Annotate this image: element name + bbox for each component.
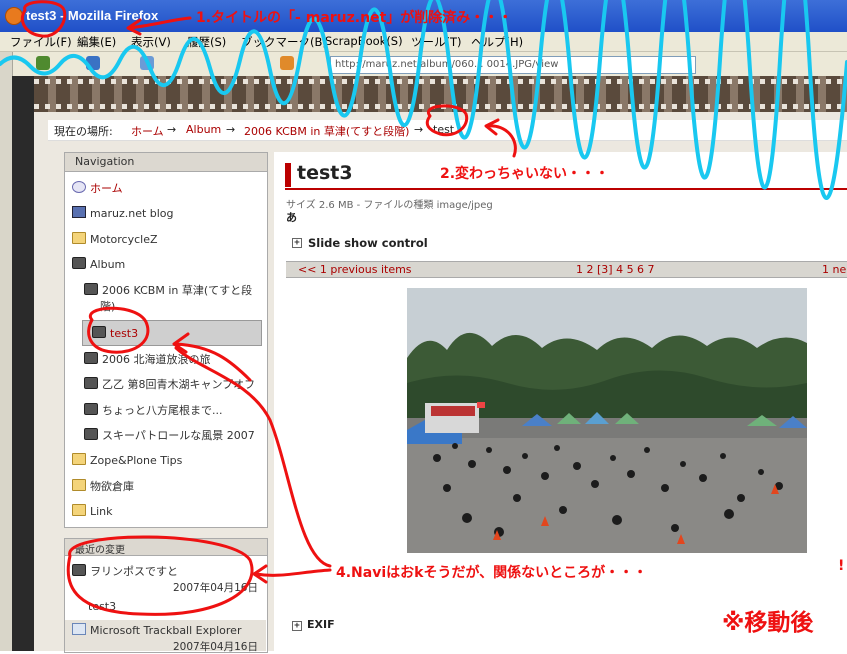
film-holes-bottom xyxy=(34,104,847,109)
back-icon[interactable] xyxy=(36,56,50,70)
file-meta: サイズ 2.6 MB - ファイルの種類 image/jpeg xyxy=(286,200,493,211)
menu-view[interactable]: 表示(V) xyxy=(131,34,171,50)
film-holes-top xyxy=(34,79,847,84)
page-title: test3 xyxy=(297,162,353,184)
reload-icon[interactable] xyxy=(86,56,100,70)
recent-item-date: 2007年04月16日 xyxy=(173,582,258,594)
breadcrumb-kcbm[interactable]: 2006 KCBM in 草津(てすと段階) xyxy=(244,123,409,139)
folder-icon xyxy=(72,453,86,465)
breadcrumb-current: test xyxy=(433,123,455,136)
camera-folder-icon xyxy=(84,428,98,440)
nav-item-zope[interactable]: Zope&Plone Tips xyxy=(72,453,182,467)
nav-item-kcbm-cont: 階) xyxy=(100,300,116,313)
expand-exif-icon[interactable]: + xyxy=(292,621,302,631)
recent-item[interactable]: test3 xyxy=(88,600,116,613)
nav-item-link[interactable]: Link xyxy=(72,504,113,518)
breadcrumb-prefix: 現在の場所: xyxy=(54,125,113,138)
title-accent-bar xyxy=(285,163,291,187)
folder-icon xyxy=(72,504,86,516)
photo-image[interactable] xyxy=(407,288,807,553)
document-icon xyxy=(72,623,86,635)
blog-icon xyxy=(72,206,86,218)
breadcrumb-sep: → xyxy=(226,123,236,136)
navigation-header: Navigation xyxy=(64,152,268,172)
title-underline xyxy=(285,188,847,190)
breadcrumb: 現在の場所: ホーム → Album → 2006 KCBM in 草津(てすと… xyxy=(48,120,847,141)
nav-item-test3[interactable]: test3 xyxy=(92,326,138,340)
filmstrip-banner xyxy=(34,76,847,112)
breadcrumb-sep: → xyxy=(414,123,424,136)
pager-bar: << 1 previous items 1 2 [3] 4 5 6 7 1 ne xyxy=(286,261,847,278)
recent-item-date: 2007年04月16日 xyxy=(173,641,258,653)
nav-item-kcbm[interactable]: 2006 KCBM in 草津(てすと段 xyxy=(84,282,252,298)
nav-item-hokkaido[interactable]: 2006 北海道放浪の旅 xyxy=(84,351,211,367)
recent-changes-title: 最近の変更 xyxy=(75,545,125,556)
pager-next-link[interactable]: 1 ne xyxy=(822,263,846,276)
nav-item-album[interactable]: Album xyxy=(72,257,125,271)
home-button-icon[interactable] xyxy=(140,56,154,70)
recent-item[interactable]: ヲリンポスですと xyxy=(72,563,178,579)
folder-icon xyxy=(72,479,86,491)
camera-folder-icon xyxy=(84,403,98,415)
breadcrumb-home[interactable]: ホーム xyxy=(131,123,164,139)
recent-item[interactable]: Microsoft Trackball Explorer xyxy=(72,623,241,637)
window-title: test3 - Mozilla Firefox xyxy=(26,8,159,23)
event-photo-svg xyxy=(407,288,807,553)
menu-help[interactable]: ヘルプ(H) xyxy=(471,34,523,50)
recent-changes-header: 最近の変更 xyxy=(64,538,268,556)
nav-item-happo[interactable]: ちょっと八方尾根まで... xyxy=(84,402,223,418)
nav-item-ski[interactable]: スキーパトロールな風景 2007 xyxy=(84,427,255,443)
description: あ xyxy=(286,211,297,224)
breadcrumb-sep: → xyxy=(167,123,177,136)
menu-scrapbook[interactable]: ScrapBook(S) xyxy=(325,34,403,48)
folder-icon xyxy=(72,232,86,244)
nav-item-home[interactable]: ホーム xyxy=(72,180,123,196)
slideshow-control-toggle[interactable]: Slide show control xyxy=(308,236,428,250)
camera-folder-icon xyxy=(92,326,106,338)
menu-edit[interactable]: 編集(E) xyxy=(77,34,116,50)
page-margin xyxy=(12,76,34,651)
camera-folder-icon xyxy=(84,283,98,295)
camera-folder-icon xyxy=(84,377,98,389)
nav-item-motorcyclez[interactable]: MotorcycleZ xyxy=(72,232,158,246)
firefox-icon xyxy=(5,7,23,25)
menubar: ファイル(F) 編集(E) 表示(V) 履歴(S) ブックマーク(B) Scra… xyxy=(0,32,847,52)
menu-bookmarks[interactable]: ブックマーク(B) xyxy=(241,34,327,50)
navigation-title: Navigation xyxy=(75,155,135,168)
menu-file[interactable]: ファイル(F) xyxy=(10,34,72,50)
nav-item-aokiko[interactable]: 乙乙 第8回青木湖キャンプオフ xyxy=(84,376,255,392)
pager-pages[interactable]: 1 2 [3] 4 5 6 7 xyxy=(576,263,655,276)
breadcrumb-album[interactable]: Album xyxy=(186,123,221,136)
home-icon xyxy=(72,181,86,193)
exif-toggle[interactable]: EXIF xyxy=(307,618,335,631)
nav-item-blog[interactable]: maruz.net blog xyxy=(72,206,174,220)
menu-history[interactable]: 履歴(S) xyxy=(187,34,226,50)
pager-previous-link[interactable]: << 1 previous items xyxy=(298,263,412,276)
camera-folder-icon xyxy=(84,352,98,364)
menu-tools[interactable]: ツール(T) xyxy=(411,34,462,50)
camera-folder-icon xyxy=(72,564,86,576)
url-field[interactable]: http://maruz.net/album/060... 0014.JPG/v… xyxy=(330,56,696,74)
expand-slideshow-icon[interactable]: + xyxy=(292,238,302,248)
camera-folder-icon xyxy=(72,257,86,269)
site-icon xyxy=(280,56,294,70)
nav-item-storage[interactable]: 物欲倉庫 xyxy=(72,478,134,494)
